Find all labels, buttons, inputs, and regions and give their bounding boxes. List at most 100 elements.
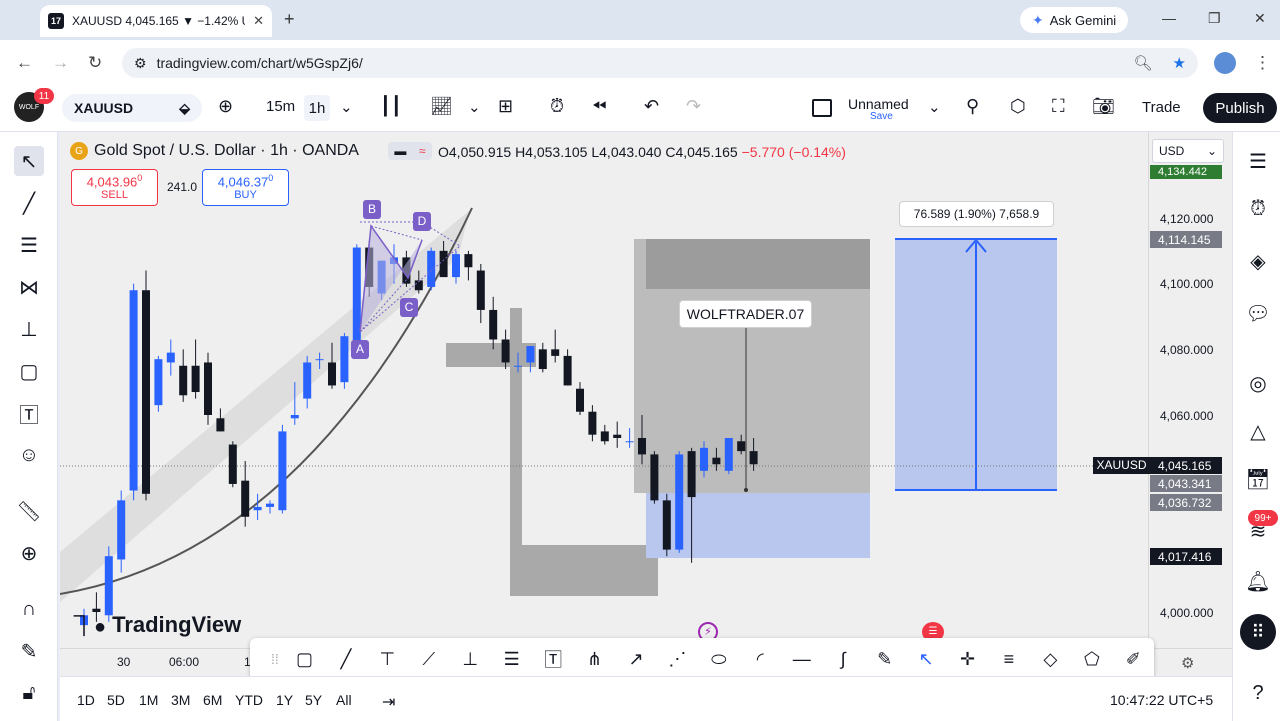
notifications-bell-icon[interactable]: 🔔︎ xyxy=(1243,566,1273,596)
range-ytd[interactable]: YTD xyxy=(235,692,263,708)
reload-icon[interactable]: ↻ xyxy=(88,53,102,73)
short-position-tool-icon[interactable]: ☰ xyxy=(491,649,532,670)
text-tool-icon[interactable]: 🅃 xyxy=(14,398,44,428)
legend-visibility-toggle[interactable]: ▬ ≈ xyxy=(388,142,432,160)
zoom-icon[interactable]: 🔍︎ xyxy=(1134,54,1153,72)
layout-checkbox-icon[interactable] xyxy=(812,99,832,117)
close-tab-icon[interactable]: ✕ xyxy=(253,13,264,29)
emoji-tool-icon[interactable]: ☺ xyxy=(14,440,44,470)
highlighter-tool-icon[interactable]: ✐ xyxy=(1113,649,1154,670)
ray-tool-icon[interactable]: ⟋ xyxy=(408,649,449,670)
new-tab-icon[interactable]: + xyxy=(284,9,295,30)
calendar-icon[interactable]: 📅︎ xyxy=(1243,464,1273,494)
measure-label[interactable]: 76.589 (1.90%) 7,658.9 xyxy=(899,201,1054,227)
pattern-tool-icon[interactable]: ⋈ xyxy=(14,272,44,302)
browser-menu-icon[interactable]: ⋮ xyxy=(1254,53,1271,73)
range-5d[interactable]: 5D xyxy=(107,692,125,708)
lock-drawing-pencil-icon[interactable]: ✎ xyxy=(14,636,44,666)
range-3m[interactable]: 3M xyxy=(171,692,190,708)
range-all[interactable]: All xyxy=(336,692,352,708)
pattern-point-a[interactable]: A xyxy=(351,340,369,359)
trend-line-tool-icon[interactable]: ╱ xyxy=(14,188,44,218)
back-icon[interactable]: ← xyxy=(16,53,33,73)
cursor-tool-icon[interactable]: ↖ xyxy=(14,146,44,176)
alert-add-icon[interactable]: ⏰︎ xyxy=(550,96,564,117)
pattern-point-c[interactable]: C xyxy=(400,298,418,317)
range-1d[interactable]: 1D xyxy=(77,692,95,708)
undo-icon[interactable]: ↶ xyxy=(644,96,659,117)
range-6m[interactable]: 6M xyxy=(203,692,222,708)
parallel-channel-tool-icon[interactable]: ≡ xyxy=(988,649,1029,670)
templates-grid-icon[interactable]: ⊞ xyxy=(498,96,513,117)
range-5y[interactable]: 5Y xyxy=(305,692,322,708)
toolbar-drag-handle-icon[interactable]: ⁞⁞ xyxy=(266,651,284,667)
curve-tool-icon[interactable]: ∫ xyxy=(822,649,863,670)
minimize-window-icon[interactable]: — xyxy=(1162,10,1176,26)
compare-diamond-icon[interactable]: ⬙ xyxy=(179,100,190,117)
supply-zone-left[interactable] xyxy=(446,343,536,367)
bookmark-star-icon[interactable]: ★ xyxy=(1173,54,1186,72)
clock-timezone[interactable]: 10:47:22 UTC+5 xyxy=(1110,692,1213,708)
interval-1h[interactable]: 1h xyxy=(304,95,330,121)
xabcd-tool-icon[interactable]: ⬠ xyxy=(1071,649,1112,670)
ask-gemini-button[interactable]: ✦ Ask Gemini xyxy=(1020,7,1129,33)
layout-name[interactable]: Unnamed xyxy=(848,96,909,112)
demand-zone[interactable] xyxy=(510,545,658,596)
candles-chart-type-icon[interactable]: ┃┃ xyxy=(380,96,402,117)
fullscreen-icon[interactable]: ⛶ xyxy=(1052,96,1065,117)
text-callout[interactable]: WOLFTRADER.07 xyxy=(679,300,812,328)
arc-tool-icon[interactable]: ◜ xyxy=(740,649,781,670)
line-tool-icon[interactable]: ╱ xyxy=(325,649,366,670)
vertical-text-tool-icon[interactable]: ⊤ xyxy=(367,649,408,670)
alerts-clock-icon[interactable]: ⏰︎ xyxy=(1243,194,1273,224)
pattern-point-d[interactable]: D xyxy=(413,212,431,231)
fib-retracement-tool-icon[interactable]: ☰ xyxy=(14,230,44,260)
help-icon[interactable]: ? xyxy=(1243,678,1273,708)
zoom-in-icon[interactable]: ⊕ xyxy=(14,538,44,568)
text-note-tool-icon[interactable]: 🅃 xyxy=(532,646,573,672)
indicators-icon[interactable]: 📈︎ xyxy=(430,96,453,117)
lock-all-drawings-icon[interactable]: 🔓︎ xyxy=(14,678,44,708)
interval-15m[interactable]: 15m xyxy=(266,98,295,115)
object-tree-layers-icon[interactable]: ◈ xyxy=(1243,246,1273,276)
replay-icon[interactable]: ⏪︎ xyxy=(592,96,606,117)
quick-search-icon[interactable]: ⚲ xyxy=(966,96,979,117)
magnet-icon[interactable]: ∩ xyxy=(14,594,44,624)
brush-tool-icon[interactable]: ✎ xyxy=(864,649,905,670)
horizontal-ray-tool-icon[interactable]: — xyxy=(781,649,822,670)
long-position-target[interactable] xyxy=(646,239,870,289)
symbol-search-box[interactable]: XAUUSD ⬙ xyxy=(62,94,202,122)
crosshair-tool-icon[interactable]: ✛ xyxy=(947,649,988,670)
pattern-point-b[interactable]: B xyxy=(363,200,381,219)
cursor-select-tool-icon[interactable]: ↖ xyxy=(905,649,946,670)
forward-icon[interactable]: → xyxy=(52,53,69,73)
browser-tab[interactable]: 17 XAUUSD 4,045.165 ▼ −1.42% U ✕ xyxy=(40,5,272,37)
products-grid-icon[interactable]: ⠿ xyxy=(1240,614,1276,650)
profile-avatar[interactable] xyxy=(1214,52,1236,74)
site-info-icon[interactable]: ⚙ xyxy=(134,55,147,72)
goto-date-icon[interactable]: ⇥ xyxy=(382,692,395,712)
close-window-icon[interactable]: ✕ xyxy=(1254,10,1266,27)
publish-button[interactable]: Publish xyxy=(1203,93,1277,123)
restore-window-icon[interactable]: ❐ xyxy=(1208,10,1221,27)
interval-dropdown-icon[interactable]: ⌄ xyxy=(340,98,353,116)
layout-dropdown-icon[interactable]: ⌄ xyxy=(928,98,941,116)
ellipse-tool-icon[interactable]: ⬭ xyxy=(698,649,739,670)
tradingview-logo[interactable]: ⏋● TradingView xyxy=(74,610,241,639)
buy-button[interactable]: 4,046.370 BUY xyxy=(202,169,289,206)
pitchfork-tool-icon[interactable]: ⋔ xyxy=(574,649,615,670)
range-1y[interactable]: 1Y xyxy=(276,692,293,708)
long-position-tool-icon[interactable]: ⊥ xyxy=(450,649,491,670)
compare-add-icon[interactable]: ⊕ xyxy=(218,96,233,117)
chat-icon[interactable]: 💬︎ xyxy=(1243,298,1273,328)
rectangle-tool-icon[interactable]: ▢ xyxy=(284,649,325,670)
legend-title[interactable]: Gold Spot / U.S. Dollar · 1h · OANDA xyxy=(94,142,359,160)
trade-button[interactable]: Trade xyxy=(1142,99,1181,116)
watchlist-icon[interactable]: ☰ xyxy=(1243,146,1273,176)
ruler-measure-icon[interactable]: 📏︎ xyxy=(14,496,44,526)
indicators-dropdown-icon[interactable]: ⌄ xyxy=(468,98,481,116)
chart-settings-gear-icon[interactable]: ⚙ xyxy=(1181,654,1194,672)
currency-selector[interactable]: USD ⌄ xyxy=(1152,139,1224,163)
path-tool-icon[interactable]: ⋰ xyxy=(657,649,698,670)
geometric-shapes-tool-icon[interactable]: ▢ xyxy=(14,356,44,386)
